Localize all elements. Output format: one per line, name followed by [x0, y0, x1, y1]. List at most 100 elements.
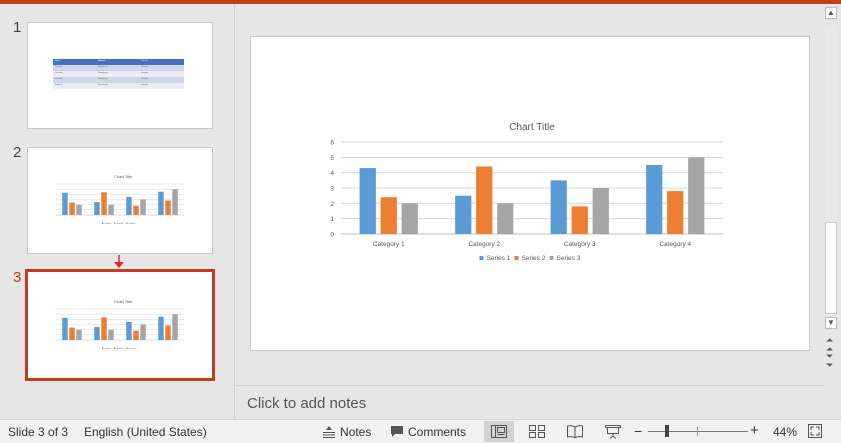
- slide-number-3: 3: [13, 269, 22, 286]
- bar-series-2: [133, 330, 139, 340]
- bar-series-3: [140, 199, 146, 215]
- notes-button-label: Notes: [340, 424, 372, 439]
- bar-series-2: [165, 200, 171, 215]
- y-tick-label: 1: [330, 216, 334, 223]
- mini-chart: [56, 183, 184, 224]
- comment-icon: [391, 426, 403, 437]
- y-tick-label: 3: [330, 186, 334, 193]
- bar-series-2[interactable]: [476, 166, 493, 234]
- mini-table-row: [53, 83, 184, 89]
- bar-series-3: [172, 314, 178, 340]
- legend-label: Series 2: [522, 255, 546, 262]
- fit-to-window-icon: [808, 424, 822, 438]
- comments-button-label: Comments: [408, 424, 467, 439]
- slide-thumbnail-3[interactable]: Chart Title: [25, 269, 215, 381]
- legend-swatch: [126, 222, 128, 224]
- bar-chart[interactable]: Chart Title 0 1 2 3 4 5 6 Category 1 Category 2 Ca…: [251, 37, 809, 350]
- slide-sorter-view-button[interactable]: [522, 421, 552, 442]
- scrollbar-thumb[interactable]: [825, 222, 837, 314]
- bar-series-3: [140, 324, 146, 340]
- x-tick-label: Category 1: [373, 241, 405, 248]
- bar-series-3: [108, 204, 114, 215]
- bar-series-1: [158, 191, 164, 215]
- mini-table-cell: Number: [141, 72, 149, 74]
- x-tick-label: Category 4: [659, 241, 691, 248]
- legend-swatch: [114, 347, 116, 349]
- fit-slide-button[interactable]: [808, 424, 822, 441]
- normal-view-icon: [491, 425, 507, 438]
- bar-series-2: [165, 325, 171, 340]
- legend-swatch: [549, 256, 554, 260]
- slide-counter: Slide 3 of 3: [8, 425, 69, 439]
- bar-series-1[interactable]: [455, 195, 472, 234]
- mini-table-cell: Number: [141, 78, 149, 80]
- legend-swatch: [102, 347, 104, 349]
- bar-series-3: [108, 329, 114, 340]
- status-bar: Slide 3 of 3 English (United States) Not…: [0, 419, 841, 443]
- legend-label-placeholder: [116, 347, 124, 349]
- mini-table-cell: Location: [55, 72, 63, 74]
- scroll-up-button[interactable]: ▲: [825, 7, 837, 19]
- bar-series-2: [69, 327, 75, 340]
- scroll-down-button[interactable]: ▼: [825, 317, 837, 329]
- notes-button[interactable]: Notes: [322, 422, 371, 441]
- mini-table-cell: Number: [141, 84, 149, 86]
- vertical-scrollbar[interactable]: ▲ ▼ ⏶ ⏶ ⏷ ⏷: [823, 4, 841, 384]
- mini-chart: [56, 308, 184, 349]
- mini-table-cell: Something: [98, 72, 108, 74]
- notes-pane[interactable]: Click to add notes: [235, 386, 841, 419]
- comments-button[interactable]: Comments: [390, 422, 466, 441]
- bar-series-3: [76, 329, 82, 340]
- bar-series-2: [101, 317, 107, 340]
- next-slide-icon[interactable]: ⏷ ⏷: [826, 352, 833, 370]
- bar-series-3: [76, 204, 82, 215]
- bar-series-1: [126, 321, 132, 340]
- legend-label-placeholder: [128, 347, 136, 349]
- bar-series-1: [126, 196, 132, 215]
- slide-sorter-icon: [529, 425, 545, 438]
- legend-swatch: [114, 222, 116, 224]
- legend-label-placeholder: [116, 222, 124, 224]
- legend-swatch: [126, 347, 128, 349]
- bar-series-3[interactable]: [497, 203, 514, 234]
- y-tick-label: 0: [330, 232, 334, 239]
- mini-table-cell: Address: [55, 84, 63, 86]
- y-tick-label: 6: [330, 140, 334, 147]
- mini-table-cell: Something: [98, 66, 108, 68]
- bar-series-2[interactable]: [667, 191, 684, 234]
- mini-table-cell: Location: [55, 78, 63, 80]
- slide-thumbnail-2[interactable]: Chart Title: [27, 147, 213, 254]
- slide-thumbnail-1[interactable]: Name Address Contact Location Something …: [27, 22, 213, 129]
- legend-swatch: [479, 256, 484, 260]
- zoom-level[interactable]: 44%: [773, 425, 797, 439]
- zoom-in-button[interactable]: +: [750, 422, 759, 439]
- move-down-arrow-icon: [114, 255, 124, 268]
- bar-series-2: [69, 202, 75, 215]
- slide-show-button[interactable]: [598, 421, 628, 442]
- mini-table-header-cell: Address: [98, 60, 106, 62]
- bar-series-1: [94, 327, 100, 340]
- bar-series-2[interactable]: [571, 206, 588, 234]
- current-slide-canvas[interactable]: Chart Title 0 1 2 3 4 5 6 Category 1 Category 2 Ca…: [250, 36, 810, 351]
- bar-series-1[interactable]: [550, 180, 567, 234]
- chart-title[interactable]: Chart Title: [509, 122, 555, 133]
- bar-series-2[interactable]: [380, 197, 397, 234]
- bar-series-3[interactable]: [688, 157, 705, 234]
- normal-view-button[interactable]: [484, 421, 514, 442]
- notes-placeholder[interactable]: Click to add notes: [247, 395, 366, 412]
- legend-label-placeholder: [128, 222, 136, 224]
- bar-series-1[interactable]: [359, 168, 376, 234]
- x-tick-label: Category 2: [468, 241, 500, 248]
- y-tick-label: 5: [330, 155, 334, 162]
- zoom-slider-handle[interactable]: [665, 425, 669, 437]
- mini-table-header-cell: Contact: [141, 60, 148, 62]
- bar-series-3[interactable]: [401, 203, 418, 234]
- zoom-slider-track[interactable]: [648, 431, 748, 432]
- language-indicator[interactable]: English (United States): [84, 425, 207, 439]
- mini-table-header-cell: Name: [55, 60, 61, 62]
- mini-table-cell: Something: [98, 84, 108, 86]
- reading-view-button[interactable]: [560, 421, 590, 442]
- zoom-out-button[interactable]: −: [634, 423, 642, 439]
- bar-series-3[interactable]: [592, 188, 609, 234]
- bar-series-1[interactable]: [646, 165, 663, 234]
